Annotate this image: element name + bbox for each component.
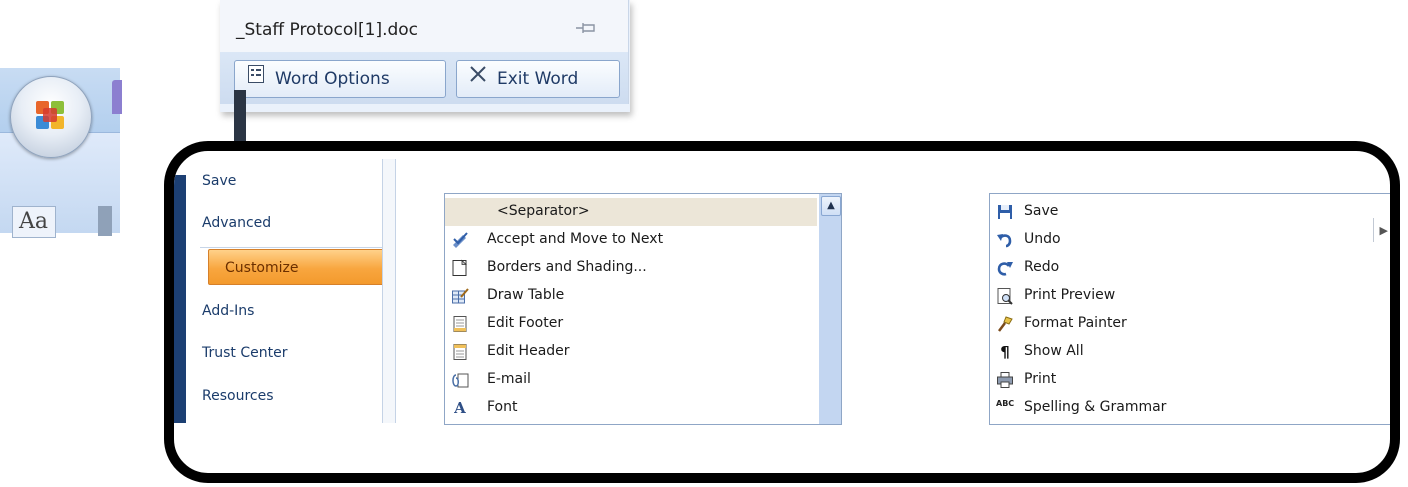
styles-button[interactable]: Aa	[12, 206, 56, 238]
nav-item-add-ins[interactable]: Add-Ins	[202, 303, 254, 319]
scroll-up-icon[interactable]: ▲	[821, 196, 841, 216]
quick-access-icon[interactable]	[112, 80, 122, 114]
nav-item-save[interactable]: Save	[202, 173, 236, 189]
save-icon	[996, 203, 1014, 221]
undo-icon	[996, 231, 1014, 249]
nav-item-trust-center[interactable]: Trust Center	[202, 345, 287, 361]
borders-icon	[451, 259, 469, 277]
recent-documents: _Staff Protocol[1].doc	[220, 0, 629, 52]
nav-item-advanced[interactable]: Advanced	[202, 215, 271, 231]
list-item[interactable]: E-mail	[445, 366, 817, 394]
word-options-label: Word Options	[275, 69, 390, 89]
print-preview-icon	[996, 287, 1014, 305]
list-item[interactable]: Save	[990, 198, 1390, 226]
draw-table-icon	[451, 287, 469, 305]
list-item[interactable]: A Font	[445, 394, 817, 422]
office-menu: _Staff Protocol[1].doc Word Options Exit…	[220, 0, 630, 112]
list-item[interactable]: Draw Table	[445, 282, 817, 310]
list-item[interactable]: Edit Footer	[445, 310, 817, 338]
scrollbar[interactable]: ▲	[819, 194, 841, 424]
nav-item-resources[interactable]: Resources	[202, 388, 274, 404]
header-icon	[451, 343, 469, 361]
office-menu-buttons: Word Options Exit Word	[220, 52, 629, 104]
font-icon: A	[454, 399, 466, 417]
list-item[interactable]: Print Preview	[990, 282, 1390, 310]
office-ribbon-fragment: Aa	[0, 68, 122, 238]
list-item[interactable]: Edit Header	[445, 338, 817, 366]
recent-document-item[interactable]: _Staff Protocol[1].doc	[236, 20, 418, 40]
exit-word-label: Exit Word	[497, 69, 579, 89]
quick-access-toolbar-list[interactable]: Save Undo Redo Print Preview Format Pain…	[989, 193, 1390, 425]
nav-item-customize[interactable]: Customize	[208, 249, 384, 285]
list-item[interactable]: Accept and Move to Next	[445, 226, 817, 254]
printer-icon	[996, 371, 1014, 389]
list-item[interactable]: Undo	[990, 226, 1390, 254]
accept-change-icon	[451, 231, 469, 249]
list-item[interactable]: Redo	[990, 254, 1390, 282]
list-item[interactable]: Format Painter	[990, 310, 1390, 338]
list-item[interactable]: Print	[990, 366, 1390, 394]
close-icon	[465, 61, 491, 97]
options-navigation: Save Advanced Customize Add-Ins Trust Ce…	[186, 159, 384, 423]
options-icon	[243, 61, 269, 97]
expand-arrow-icon[interactable]: ▶	[1380, 224, 1388, 237]
nav-divider	[200, 247, 382, 248]
exit-word-button[interactable]: Exit Word	[456, 60, 620, 98]
available-commands-list[interactable]: <Separator> Accept and Move to Next Bord…	[444, 193, 842, 425]
pin-icon[interactable]	[574, 20, 598, 36]
office-button[interactable]	[10, 76, 92, 158]
ribbon-button-partial[interactable]	[98, 206, 112, 236]
list-item[interactable]: ABC Spelling & Grammar	[990, 394, 1390, 422]
spelling-icon: ABC	[996, 399, 1015, 408]
footer-icon	[451, 315, 469, 333]
email-icon	[451, 371, 469, 389]
nav-splitter	[382, 159, 396, 423]
pilcrow-icon: ¶	[1000, 343, 1010, 361]
word-options-dialog-highlight: Save Advanced Customize Add-Ins Trust Ce…	[164, 141, 1400, 483]
list-item[interactable]: Borders and Shading...	[445, 254, 817, 282]
redo-icon	[996, 259, 1014, 277]
list-item[interactable]: <Separator>	[445, 198, 817, 226]
word-options-button[interactable]: Word Options	[234, 60, 446, 98]
list-item[interactable]: ¶ Show All	[990, 338, 1390, 366]
format-painter-icon	[996, 315, 1014, 333]
nav-accent-bar	[174, 175, 186, 423]
list-divider	[1373, 218, 1374, 242]
